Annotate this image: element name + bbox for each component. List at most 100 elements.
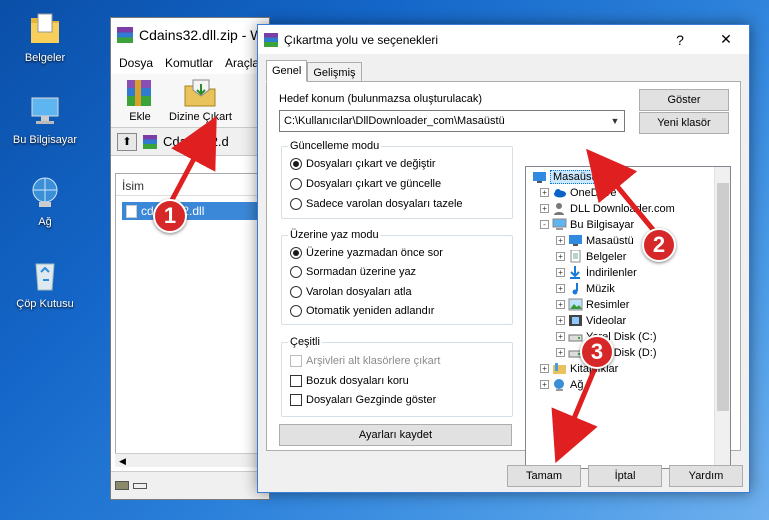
overwrite-option-no-prompt[interactable]: Sormadan üzerine yaz bbox=[290, 266, 416, 278]
winrar-app-icon bbox=[117, 27, 133, 43]
dialog-tabs: Genel Gelişmiş bbox=[266, 60, 362, 82]
scrollbar-thumb[interactable] bbox=[717, 183, 729, 411]
desktop-icon-documents[interactable]: Belgeler bbox=[6, 10, 84, 64]
close-icon[interactable]: ✕ bbox=[703, 25, 749, 54]
tree-node[interactable]: Masaüstü bbox=[532, 170, 604, 184]
radio-button[interactable] bbox=[290, 198, 302, 210]
update-option-replace[interactable]: Dosyaları çıkart ve değiştir bbox=[290, 158, 436, 170]
expand-icon[interactable]: + bbox=[540, 204, 549, 213]
tree-node-label: Bu Bilgisayar bbox=[570, 218, 635, 231]
help-button[interactable]: Yardım bbox=[669, 465, 743, 487]
tree-node[interactable]: + İndirilenler bbox=[556, 266, 637, 279]
desktop-folder-icon bbox=[532, 171, 547, 184]
radio-button[interactable] bbox=[290, 158, 302, 170]
ok-button[interactable]: Tamam bbox=[507, 465, 581, 487]
file-row[interactable]: cdains32.dll bbox=[122, 202, 268, 220]
tab-general[interactable]: Genel bbox=[266, 60, 308, 82]
overwrite-option-ask[interactable]: Üzerine yazmadan önce sor bbox=[290, 247, 443, 259]
folder-icon bbox=[25, 10, 65, 48]
menu-file[interactable]: Dosya bbox=[119, 56, 153, 70]
help-title-button[interactable]: ? bbox=[657, 25, 703, 54]
desktop-icon-label: Çöp Kutusu bbox=[16, 298, 74, 310]
expand-icon[interactable]: + bbox=[556, 252, 565, 261]
desktop-icon-this-pc[interactable]: Bu Bilgisayar bbox=[6, 92, 84, 146]
up-folder-button[interactable]: ⬆ bbox=[117, 132, 137, 151]
onedrive-icon bbox=[552, 186, 567, 199]
radio-button[interactable] bbox=[290, 178, 302, 190]
option-label: Dosyaları çıkart ve güncelle bbox=[306, 178, 442, 190]
chevron-down-icon[interactable]: ▼ bbox=[606, 111, 624, 131]
status-bar bbox=[111, 471, 269, 499]
new-folder-button[interactable]: Yeni klasör bbox=[639, 112, 729, 134]
folder-tree[interactable]: Masaüstü + OneDrive + DLL Downloader.com - Bu … bbox=[525, 166, 731, 469]
overwrite-option-skip[interactable]: Varolan dosyaları atla bbox=[290, 286, 412, 298]
overwrite-mode-group: Üzerine yaz modu Üzerine yazmadan önce s… bbox=[281, 229, 513, 325]
save-settings-button[interactable]: Ayarları kaydet bbox=[279, 424, 512, 446]
expand-icon[interactable]: + bbox=[556, 236, 565, 245]
radio-button[interactable] bbox=[290, 266, 302, 278]
tree-node[interactable]: + Müzik bbox=[556, 282, 615, 295]
network-icon bbox=[552, 378, 567, 391]
collapse-icon[interactable]: - bbox=[540, 220, 549, 229]
extract-to-button[interactable]: Dizine Çıkart bbox=[169, 76, 232, 127]
tree-node[interactable]: + Belgeler bbox=[556, 249, 626, 263]
expand-icon[interactable]: + bbox=[556, 268, 565, 277]
tree-node-label: OneDrive bbox=[570, 186, 617, 199]
misc-title: Çeşitli bbox=[288, 336, 322, 348]
destination-label: Hedef konum (bulunmazsa oluşturulacak) bbox=[279, 93, 482, 105]
network-icon bbox=[25, 174, 65, 212]
radio-button[interactable] bbox=[290, 286, 302, 298]
expand-icon[interactable]: + bbox=[556, 316, 565, 325]
address-text: Cdains32.d bbox=[163, 134, 229, 149]
tree-node[interactable]: + Resimler bbox=[556, 298, 629, 311]
expand-icon[interactable]: + bbox=[556, 284, 565, 293]
scroll-left-icon: ◀ bbox=[119, 456, 126, 466]
column-header-name[interactable]: İsim bbox=[116, 174, 268, 196]
expand-icon[interactable]: + bbox=[556, 300, 565, 309]
misc-option-keep-broken[interactable]: Bozuk dosyaları koru bbox=[290, 375, 409, 387]
destination-path-combo[interactable]: C:\Kullanıcılar\DllDownloader_com\Masaüs… bbox=[279, 110, 625, 132]
tree-node[interactable]: + DLL Downloader.com bbox=[540, 202, 675, 215]
checkbox[interactable] bbox=[290, 394, 302, 406]
radio-button[interactable] bbox=[290, 305, 302, 317]
tree-node[interactable]: + Ağ bbox=[540, 378, 583, 391]
desktop-icon-recycle-bin[interactable]: Çöp Kutusu bbox=[6, 256, 84, 310]
show-button[interactable]: Göster bbox=[639, 89, 729, 111]
winrar-titlebar[interactable]: Cdains32.dll.zip - W bbox=[111, 18, 269, 52]
music-icon bbox=[568, 282, 583, 295]
desktop-icon-network[interactable]: Ağ bbox=[6, 174, 84, 228]
overwrite-option-rename[interactable]: Otomatik yeniden adlandır bbox=[290, 305, 434, 317]
menu-tools[interactable]: Araçla bbox=[225, 56, 259, 70]
tree-node-label: Ağ bbox=[570, 378, 584, 391]
desktop-icon-label: Ağ bbox=[38, 216, 52, 228]
tab-advanced[interactable]: Gelişmiş bbox=[307, 62, 362, 81]
tree-node[interactable]: + Masaüstü bbox=[556, 234, 634, 247]
misc-group: Çeşitli Arşivleri alt klasörlere çıkart … bbox=[281, 336, 513, 417]
extraction-dialog: Çıkartma yolu ve seçenekleri ? ✕ Genel G… bbox=[257, 24, 750, 493]
add-button[interactable]: Ekle bbox=[121, 76, 159, 127]
winrar-address-bar: ⬆ Cdains32.d bbox=[111, 128, 269, 156]
general-tab-panel: Hedef konum (bulunmazsa oluşturulacak) C… bbox=[266, 81, 741, 469]
desktop-icon-label: Bu Bilgisayar bbox=[12, 134, 78, 146]
misc-option-show-explorer[interactable]: Dosyaları Gezginde göster bbox=[290, 394, 436, 406]
tree-node[interactable]: + OneDrive bbox=[540, 186, 616, 199]
tree-vertical-scrollbar[interactable] bbox=[714, 167, 730, 468]
expand-icon[interactable]: + bbox=[556, 348, 565, 357]
expand-icon[interactable]: + bbox=[556, 332, 565, 341]
menu-commands[interactable]: Komutlar bbox=[165, 56, 213, 70]
cancel-button[interactable]: İptal bbox=[588, 465, 662, 487]
expand-icon[interactable]: + bbox=[540, 364, 549, 373]
extract-to-icon bbox=[181, 76, 219, 108]
checkbox[interactable] bbox=[290, 375, 302, 387]
tree-node-label: Müzik bbox=[586, 282, 615, 295]
tree-node[interactable]: + Videolar bbox=[556, 314, 626, 327]
update-option-update[interactable]: Dosyaları çıkart ve güncelle bbox=[290, 178, 441, 190]
expand-icon[interactable]: + bbox=[540, 188, 549, 197]
expand-icon[interactable]: + bbox=[540, 380, 549, 389]
dialog-titlebar[interactable]: Çıkartma yolu ve seçenekleri ? ✕ bbox=[258, 25, 749, 54]
radio-button[interactable] bbox=[290, 247, 302, 259]
desktop-folder-icon bbox=[568, 234, 583, 247]
tree-node[interactable]: - Bu Bilgisayar bbox=[540, 218, 634, 231]
update-option-refresh[interactable]: Sadece varolan dosyaları tazele bbox=[290, 198, 463, 210]
horizontal-scrollbar[interactable]: ◀ bbox=[115, 453, 269, 467]
